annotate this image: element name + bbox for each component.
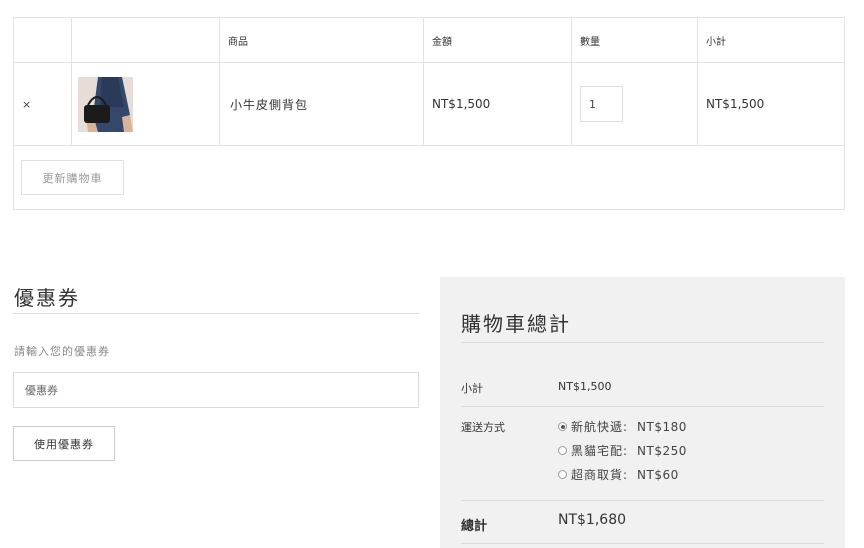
header-product: 商品 — [219, 18, 423, 62]
header-subtotal: 小計 — [697, 18, 846, 62]
cart-header-row: 商品 金額 數量 小計 — [14, 18, 844, 63]
totals-divider — [461, 406, 824, 407]
shipping-label: 運送方式 — [461, 421, 505, 434]
price-cell: NT$1,500 — [423, 63, 571, 145]
coupon-hint: 請輸入您的優惠券 — [14, 345, 110, 358]
header-price: 金額 — [423, 18, 571, 62]
totals-divider — [461, 543, 824, 544]
radio-checked-icon[interactable] — [558, 422, 567, 431]
cart-totals-panel: 購物車總計 小計 NT$1,500 運送方式 新航快遞: NT$180 黑貓宅配… — [440, 277, 845, 548]
radio-unchecked-icon[interactable] — [558, 446, 567, 455]
subtotal-value: NT$1,500 — [558, 380, 612, 393]
coupon-divider — [13, 313, 419, 314]
quantity-input[interactable] — [580, 86, 623, 122]
cart-totals-title: 購物車總計 — [461, 312, 571, 336]
remove-cell: × — [14, 63, 71, 145]
shipping-option-price: NT$180 — [637, 419, 687, 434]
update-cart-button[interactable]: 更新購物車 — [21, 160, 124, 195]
radio-unchecked-icon[interactable] — [558, 470, 567, 479]
product-name-cell: 小牛皮側背包 — [219, 63, 423, 145]
total-value: NT$1,680 — [558, 512, 627, 528]
shipping-option-name: 黑貓宅配: — [571, 444, 629, 458]
subtotal-cell: NT$1,500 — [697, 63, 846, 145]
shipping-option-home-delivery[interactable]: 黑貓宅配: NT$250 — [558, 442, 687, 459]
totals-divider — [461, 342, 824, 343]
total-label: 總計 — [461, 519, 488, 534]
totals-divider — [461, 500, 824, 501]
shipping-option-price: NT$250 — [637, 443, 687, 458]
product-name-link[interactable]: 小牛皮側背包 — [228, 96, 308, 113]
shipping-option-express[interactable]: 新航快遞: NT$180 — [558, 418, 687, 435]
subtotal-label: 小計 — [461, 382, 483, 395]
header-quantity: 數量 — [571, 18, 697, 62]
thumbnail-cell — [71, 63, 219, 145]
coupon-input[interactable] — [13, 372, 419, 408]
shipping-option-price: NT$60 — [637, 467, 679, 482]
item-subtotal: NT$1,500 — [706, 97, 765, 111]
shipping-option-store-pickup[interactable]: 超商取貨: NT$60 — [558, 466, 679, 483]
shipping-option-name: 超商取貨: — [571, 468, 629, 482]
header-remove-col — [14, 18, 71, 62]
apply-coupon-button[interactable]: 使用優惠券 — [13, 426, 115, 461]
quantity-cell — [571, 63, 697, 145]
remove-item-icon[interactable]: × — [22, 98, 31, 111]
item-price: NT$1,500 — [432, 97, 491, 111]
product-thumbnail[interactable] — [78, 76, 133, 132]
table-row: × 小牛皮側背包 NT$1,500 1 NT$1,500 — [14, 63, 844, 146]
header-thumbnail-col — [71, 18, 219, 62]
cart-table: 商品 金額 數量 小計 × 小牛皮側背包 NT$1,500 1 NT$1,500… — [13, 17, 845, 210]
coupon-title: 優惠券 — [14, 286, 80, 310]
shipping-option-name: 新航快遞: — [571, 420, 629, 434]
shoulder-bag-thumbnail-icon — [78, 76, 133, 132]
